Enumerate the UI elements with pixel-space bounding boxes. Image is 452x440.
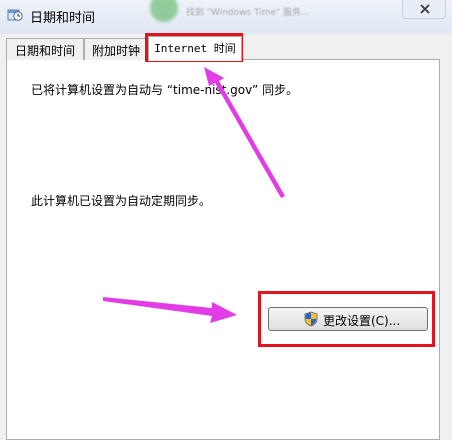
uac-shield-icon: [304, 311, 318, 327]
close-icon: [420, 4, 430, 14]
date-time-dialog: 日期和时间 找到 "Windows Time" 服务... 日期和时间 附加时钟…: [0, 0, 452, 440]
background-text: 找到 "Windows Time" 服务...: [186, 8, 310, 18]
tab-date-time[interactable]: 日期和时间: [6, 38, 84, 60]
tab-panel-internet-time: [6, 59, 440, 440]
clock-calendar-icon: [7, 9, 23, 21]
change-settings-button[interactable]: 更改设置(C)...: [268, 307, 428, 331]
title-bar[interactable]: 日期和时间 找到 "Windows Time" 服务...: [0, 0, 452, 34]
close-button[interactable]: [402, 0, 446, 19]
tab-internet-time[interactable]: Internet 时间: [148, 36, 242, 61]
background-window-fragment: 找到 "Windows Time" 服务...: [150, 0, 360, 24]
sync-status-text: 已将计算机设置为自动与 “time-nist.gov” 同步。: [31, 83, 299, 97]
tab-additional-clocks[interactable]: 附加时钟: [84, 38, 148, 60]
change-settings-label: 更改设置(C)...: [323, 314, 401, 328]
window-title: 日期和时间: [30, 11, 96, 26]
schedule-status-text: 此计算机已设置为自动定期同步。: [31, 194, 212, 208]
